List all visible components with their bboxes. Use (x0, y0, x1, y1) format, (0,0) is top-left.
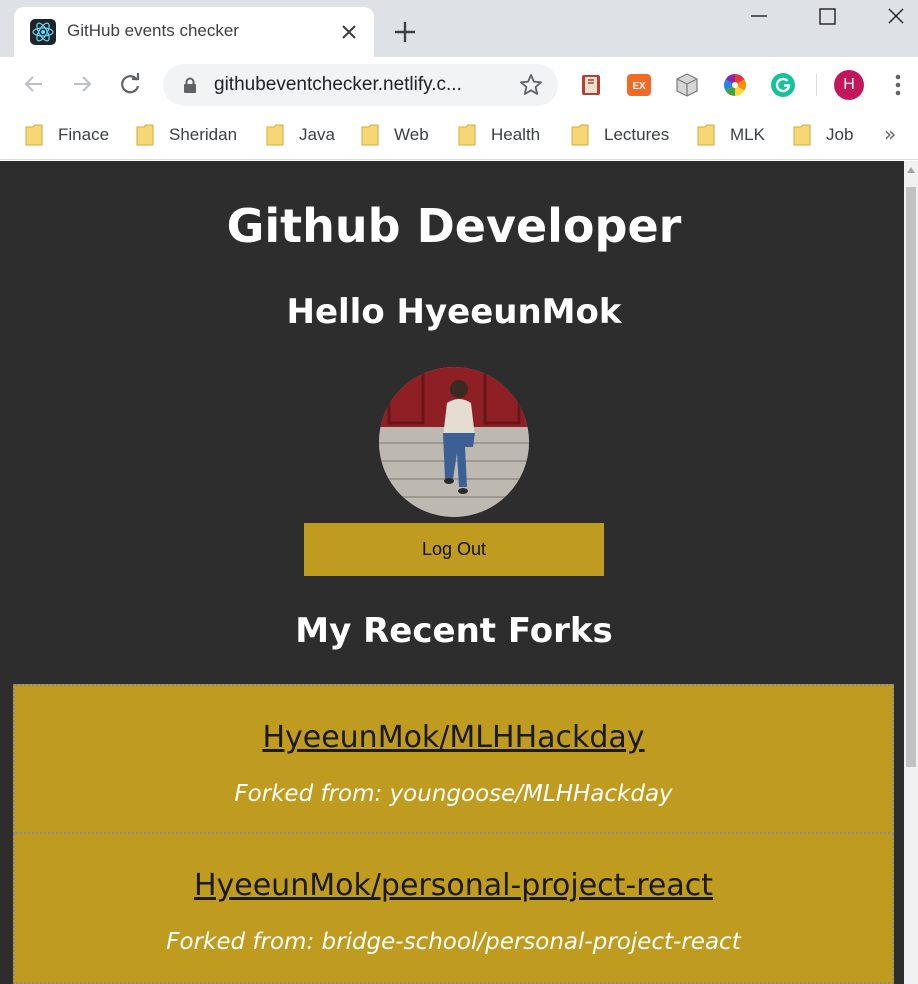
fork-source-text: Forked from: youngoose/MLHHackday (234, 781, 673, 807)
more-menu-icon[interactable] (886, 71, 910, 99)
address-bar[interactable]: githubeventchecker.netlify.c... (163, 64, 558, 106)
folder-icon (266, 124, 284, 146)
bookmark-job[interactable]: Job (793, 122, 853, 148)
grammarly-extension-icon[interactable] (770, 72, 796, 98)
folder-icon (697, 124, 715, 146)
bookmarks-bar: Finace Sheridan Java Web Health Lectures… (0, 112, 918, 160)
toolbar-separator (816, 74, 817, 96)
logout-button[interactable]: Log Out (304, 523, 604, 576)
tab-strip: GitHub events checker (0, 0, 918, 57)
folder-icon (571, 124, 589, 146)
greeting-heading: Hello HyeeunMok (286, 292, 622, 332)
new-tab-icon[interactable] (392, 19, 418, 45)
folder-icon (25, 124, 43, 146)
bookmark-lectures[interactable]: Lectures (571, 122, 669, 148)
app-root: Github Developer Hello HyeeunMok Log Out… (0, 161, 904, 984)
cube-extension-icon[interactable] (674, 72, 700, 98)
svg-text:EX: EX (632, 81, 646, 92)
fork-source-text: Forked from: bridge-school/personal-proj… (166, 929, 741, 955)
bookmark-label: Finace (58, 125, 110, 144)
bookmark-web[interactable]: Web (361, 122, 429, 148)
tab-title: GitHub events checker (67, 21, 239, 40)
profile-photo (379, 367, 529, 517)
bookmark-java[interactable]: Java (266, 122, 335, 148)
recent-forks-heading: My Recent Forks (295, 611, 613, 651)
lock-icon (183, 77, 197, 93)
profile-avatar[interactable]: H (834, 70, 864, 100)
page-title: Github Developer (226, 199, 682, 253)
reader-extension-icon[interactable] (578, 72, 604, 98)
bookmark-label: Health (491, 125, 541, 144)
fork-repo-link[interactable]: HyeeunMok/MLHHackday (15, 720, 892, 755)
bookmark-finace[interactable]: Finace (25, 122, 109, 148)
folder-icon (136, 124, 154, 146)
scroll-up-arrow-icon[interactable] (907, 167, 915, 173)
close-tab-icon[interactable] (338, 21, 360, 43)
minimize-icon[interactable] (746, 4, 772, 30)
page-viewport: Github Developer Hello HyeeunMok Log Out… (0, 161, 918, 984)
forks-list: HyeeunMok/MLHHackday Forked from: youngo… (13, 684, 894, 984)
fork-card: HyeeunMok/personal-project-react Forked … (13, 834, 894, 984)
bookmark-star-icon[interactable] (518, 72, 544, 98)
forward-icon[interactable] (69, 71, 95, 97)
bookmark-label: Java (299, 125, 335, 144)
browser-toolbar: githubeventchecker.netlify.c... EX H (0, 57, 918, 112)
fork-card: HyeeunMok/MLHHackday Forked from: youngo… (13, 684, 894, 834)
close-window-icon[interactable] (883, 4, 909, 30)
maximize-icon[interactable] (814, 4, 840, 30)
bookmark-label: Sheridan (169, 125, 238, 144)
react-favicon-icon (30, 19, 56, 45)
folder-icon (793, 124, 811, 146)
back-icon[interactable] (21, 71, 47, 97)
bookmark-label: MLK (730, 125, 765, 144)
url-text: githubeventchecker.netlify.c... (214, 74, 462, 95)
bookmark-mlk[interactable]: MLK (697, 122, 765, 148)
ex-extension-icon[interactable]: EX (626, 72, 652, 98)
bookmark-label: Lectures (604, 125, 670, 144)
color-wheel-extension-icon[interactable] (722, 72, 748, 98)
folder-icon (361, 124, 379, 146)
fork-repo-link[interactable]: HyeeunMok/personal-project-react (15, 868, 892, 903)
bookmark-label: Web (394, 125, 429, 144)
bookmark-health[interactable]: Health (458, 122, 540, 148)
bookmark-sheridan[interactable]: Sheridan (136, 122, 237, 148)
browser-tab[interactable]: GitHub events checker (14, 7, 374, 57)
bookmarks-overflow-button[interactable]: » (884, 122, 896, 146)
scrollbar-thumb[interactable] (906, 187, 916, 767)
folder-icon (458, 124, 476, 146)
reload-icon[interactable] (117, 71, 143, 97)
page-scrollbar[interactable] (904, 161, 918, 984)
bookmark-label: Job (826, 125, 854, 144)
